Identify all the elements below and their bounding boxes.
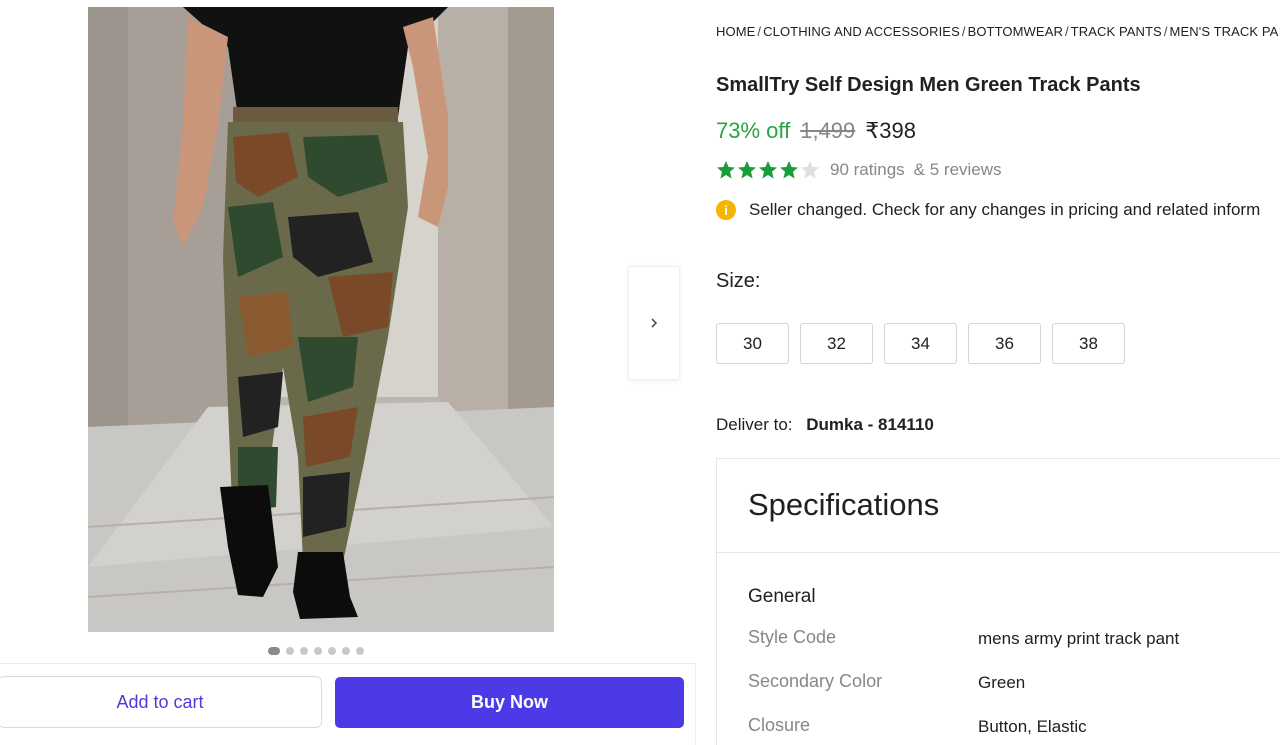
- star-icon: [780, 161, 798, 179]
- spec-value: Green: [978, 673, 1026, 692]
- info-icon: i: [716, 200, 736, 220]
- breadcrumb-mens-track-pants[interactable]: MEN'S TRACK PA: [1170, 24, 1279, 39]
- selling-price: ₹398: [865, 118, 916, 143]
- star-icon: [717, 161, 735, 179]
- breadcrumb: HOME / CLOTHING AND ACCESSORIES / BOTTOMWEAR…: [716, 24, 1278, 39]
- gallery-dot[interactable]: [356, 647, 364, 655]
- divider: [717, 552, 1280, 553]
- buy-now-button[interactable]: Buy Now: [335, 677, 684, 728]
- chevron-right-icon: [651, 318, 658, 328]
- size-options: 30 32 34 36 38: [716, 323, 1125, 364]
- next-image-button[interactable]: [628, 266, 680, 380]
- delivery-row: Deliver to: Dumka - 814110: [716, 415, 934, 435]
- breadcrumb-separator: /: [1163, 24, 1168, 39]
- spec-value: Button, Elastic: [978, 717, 1087, 736]
- seller-notice: i Seller changed. Check for any changes …: [716, 200, 1260, 220]
- add-to-cart-button[interactable]: Add to cart: [0, 676, 322, 728]
- spec-key: Secondary Color: [748, 671, 883, 691]
- gallery-dot[interactable]: [314, 647, 322, 655]
- star-icon: [738, 161, 756, 179]
- price-row: 73% off 1,499 ₹398: [716, 118, 916, 144]
- star-rating: [716, 160, 820, 180]
- size-option-36[interactable]: 36: [968, 323, 1041, 364]
- breadcrumb-clothing[interactable]: CLOTHING AND ACCESSORIES: [763, 24, 960, 39]
- specifications-title: Specifications: [748, 487, 940, 522]
- star-icon: [759, 161, 777, 179]
- gallery-pagination: [268, 647, 364, 655]
- breadcrumb-separator: /: [961, 24, 966, 39]
- size-option-38[interactable]: 38: [1052, 323, 1125, 364]
- product-image[interactable]: [88, 7, 554, 632]
- ratings-count[interactable]: 90 ratings: [830, 160, 905, 180]
- delivery-location[interactable]: Dumka - 814110: [806, 415, 934, 434]
- breadcrumb-separator: /: [757, 24, 762, 39]
- rating-row: 90 ratings & 5 reviews: [716, 160, 1002, 180]
- size-option-34[interactable]: 34: [884, 323, 957, 364]
- specifications-section: Specifications General Style Code mens a…: [716, 458, 1280, 745]
- delivery-label: Deliver to:: [716, 415, 793, 434]
- breadcrumb-home[interactable]: HOME: [716, 24, 755, 39]
- gallery-dot[interactable]: [286, 647, 294, 655]
- product-details: HOME / CLOTHING AND ACCESSORIES / BOTTOMWEAR…: [716, 0, 1280, 745]
- reviews-count[interactable]: & 5 reviews: [914, 160, 1002, 180]
- action-bar: Add to cart Buy Now: [0, 663, 696, 745]
- size-label: Size:: [716, 270, 761, 292]
- original-price: 1,499: [800, 118, 856, 143]
- product-gallery: Add to cart Buy Now: [0, 0, 700, 745]
- spec-group-title: General: [748, 586, 816, 607]
- size-option-32[interactable]: 32: [800, 323, 873, 364]
- size-option-30[interactable]: 30: [716, 323, 789, 364]
- star-empty-icon: [801, 161, 819, 179]
- breadcrumb-separator: /: [1064, 24, 1069, 39]
- gallery-dot[interactable]: [342, 647, 350, 655]
- seller-notice-text: Seller changed. Check for any changes in…: [749, 200, 1261, 219]
- breadcrumb-bottomwear[interactable]: BOTTOMWEAR: [968, 24, 1063, 39]
- breadcrumb-track-pants[interactable]: TRACK PANTS: [1071, 24, 1162, 39]
- spec-value: mens army print track pant: [978, 629, 1180, 648]
- spec-key: Style Code: [748, 627, 837, 647]
- discount-percent: 73% off: [716, 118, 791, 143]
- gallery-dot[interactable]: [268, 647, 280, 655]
- gallery-dot[interactable]: [300, 647, 308, 655]
- spec-key: Closure: [748, 715, 811, 735]
- product-title: SmallTry Self Design Men Green Track Pan…: [716, 74, 1141, 96]
- gallery-dot[interactable]: [328, 647, 336, 655]
